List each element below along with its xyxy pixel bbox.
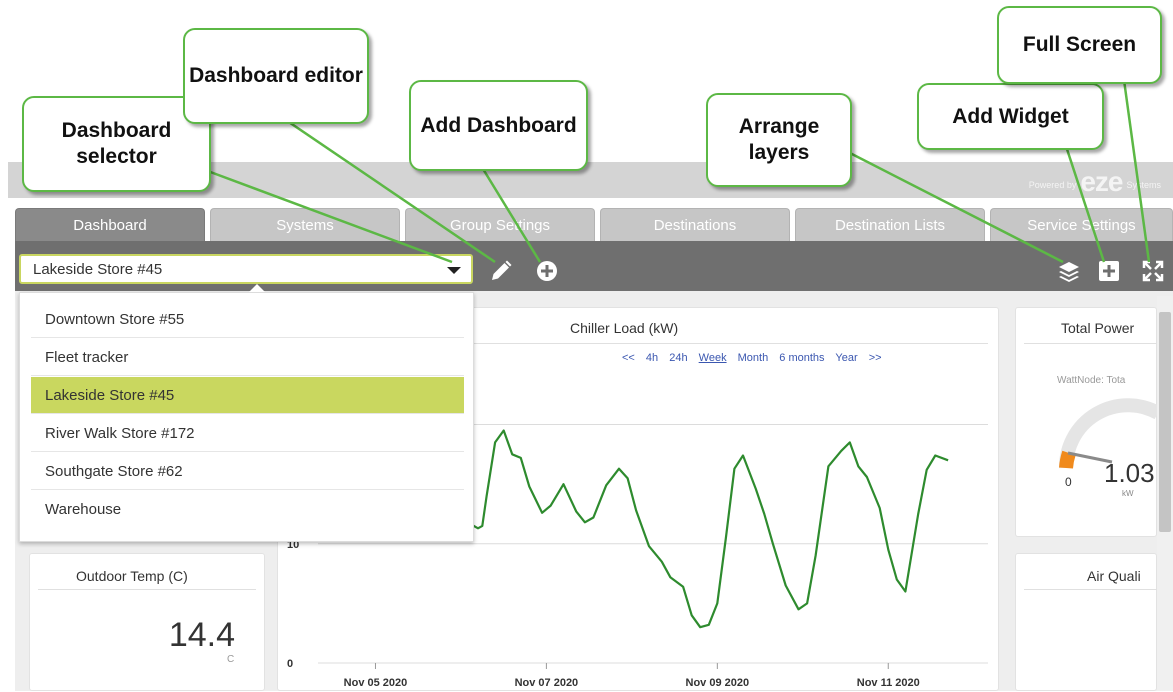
pointer-add-widget [1062, 139, 1106, 263]
callout-dashboard-editor: Dashboard editor [183, 28, 369, 124]
callout-add-dashboard: Add Dashboard [409, 80, 588, 171]
callout-arrange-layers: Arrange layers [706, 93, 852, 187]
pointer-full-screen [1122, 79, 1151, 263]
callout-add-widget: Add Widget [917, 83, 1104, 150]
callout-full-screen: Full Screen [997, 6, 1162, 84]
pointer-add-dashboard [478, 163, 542, 263]
app-root: Powered by eze Systems Dashboard Systems… [0, 0, 1173, 691]
pointer-arrange-layers [847, 150, 1064, 264]
pointer-dashboard-selector [204, 168, 453, 264]
